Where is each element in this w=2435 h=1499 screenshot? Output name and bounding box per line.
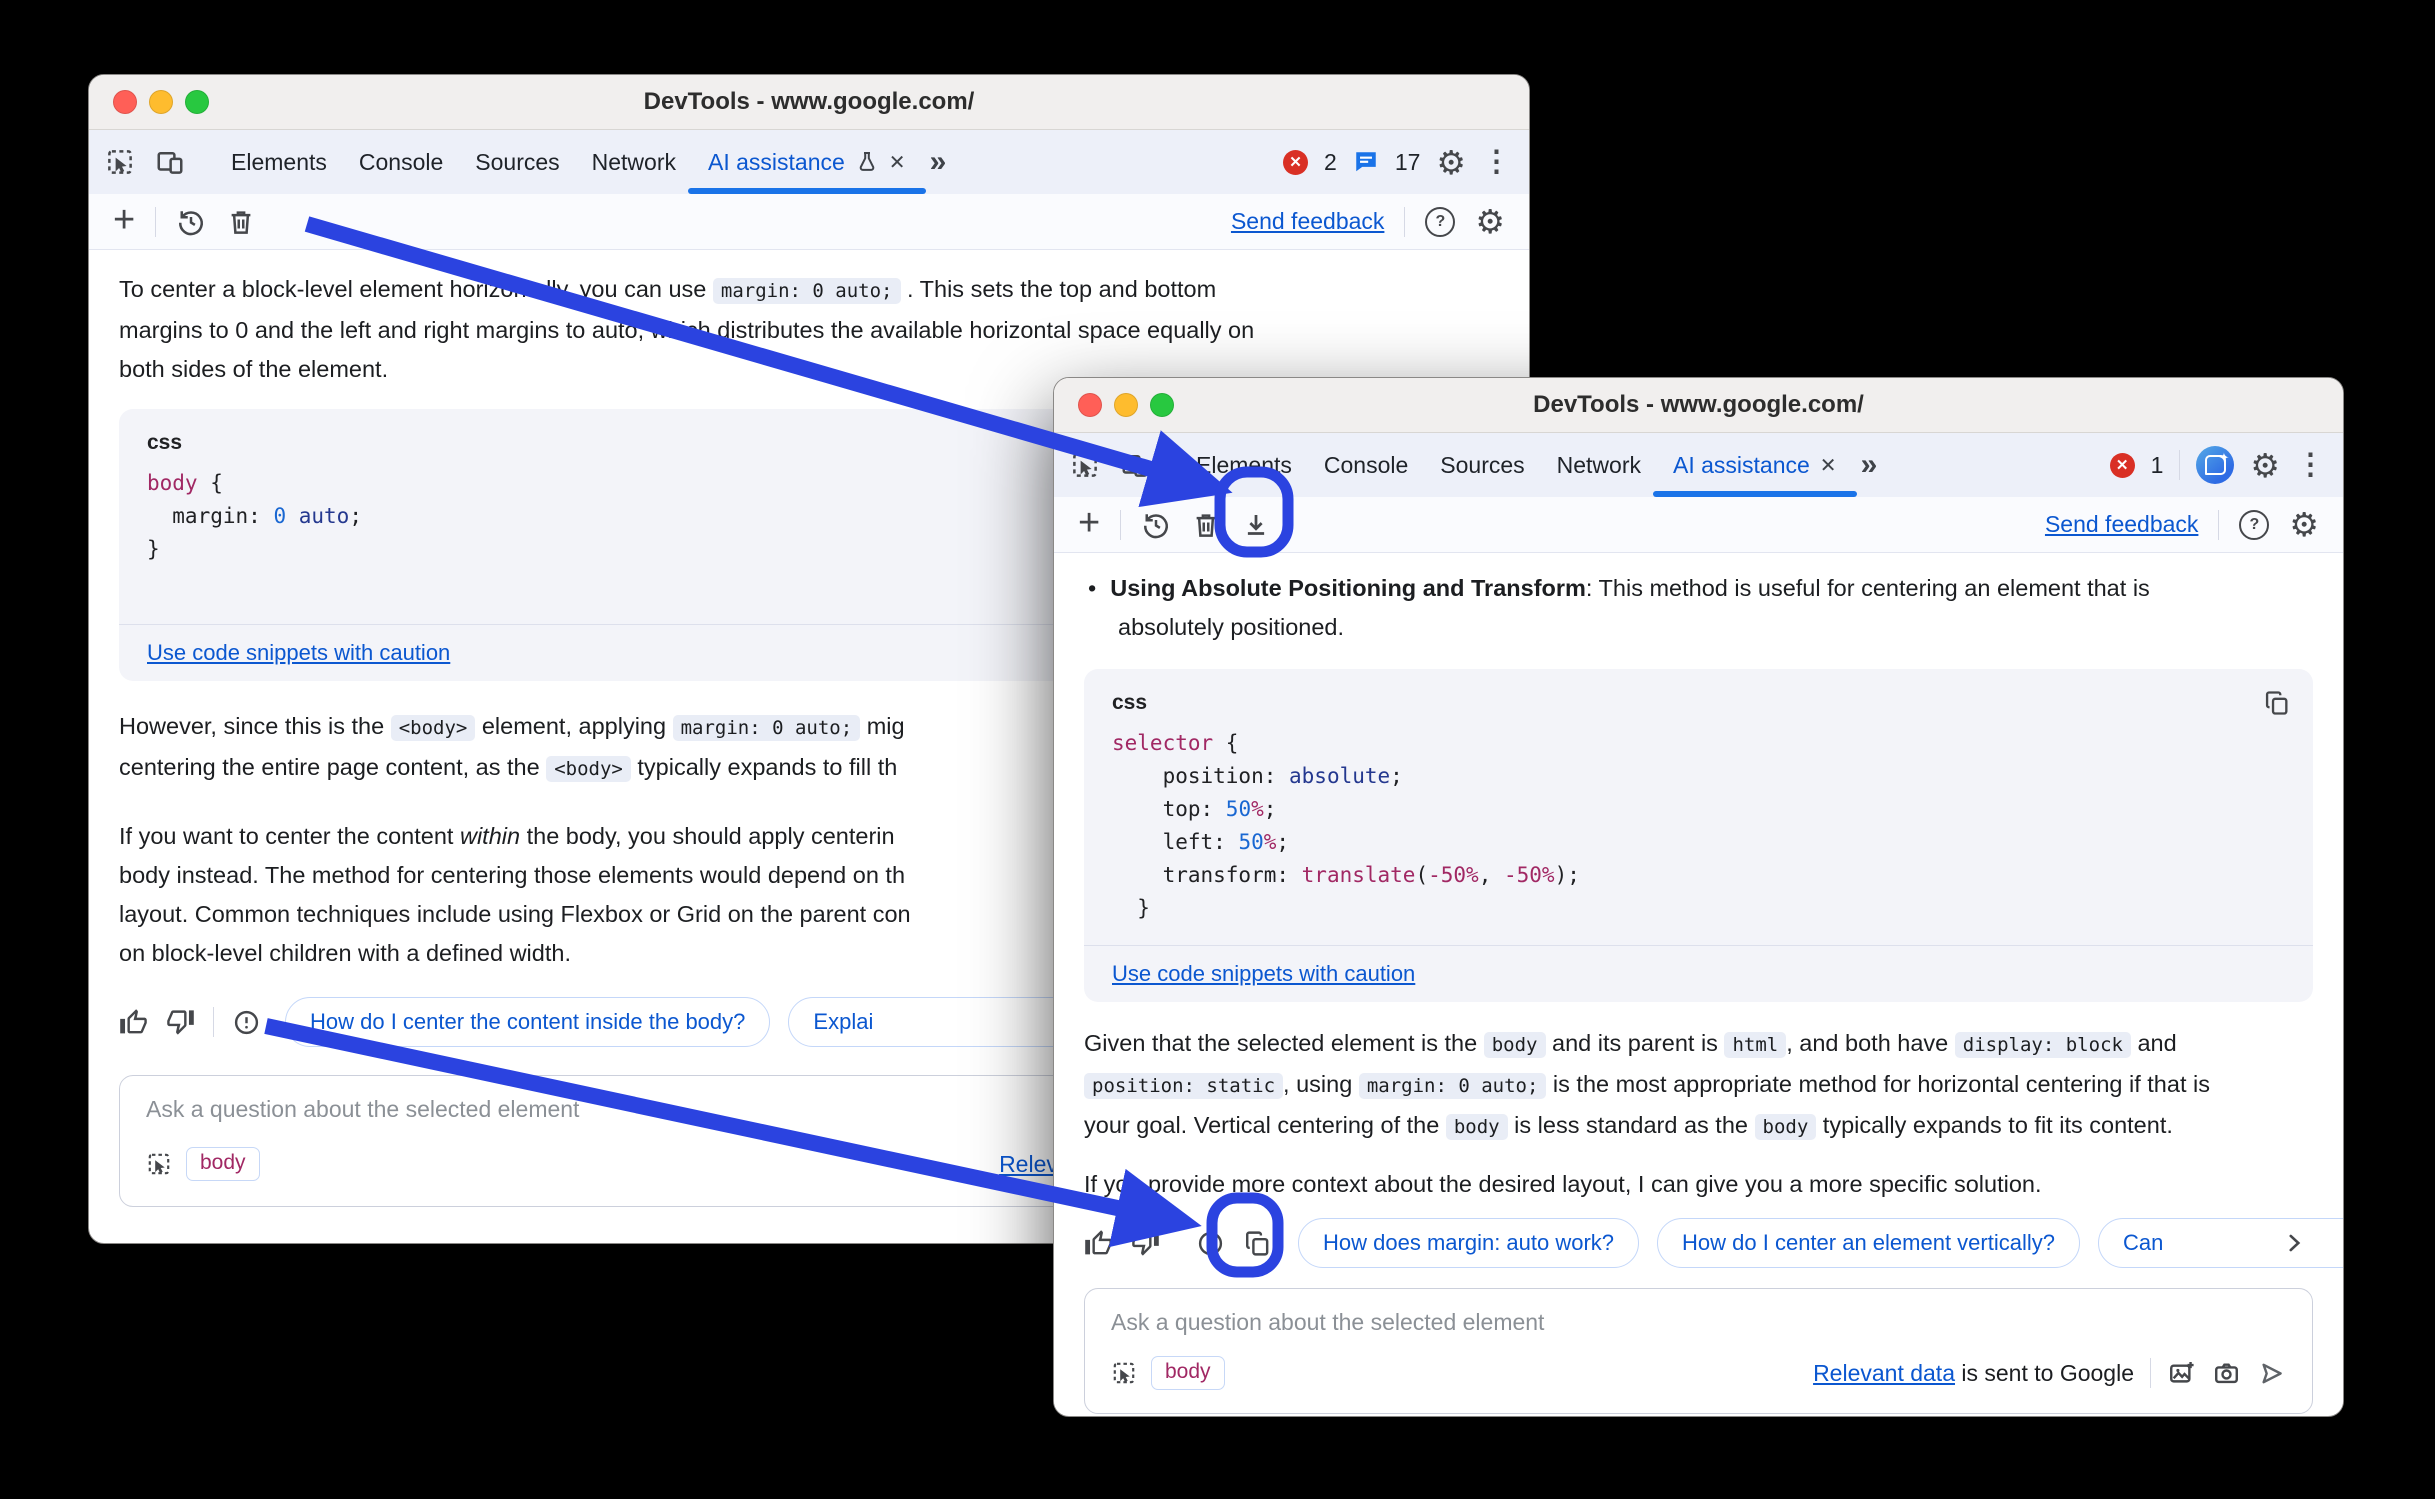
window-controls [1078, 393, 1174, 417]
more-tabs-icon[interactable]: » [1853, 433, 1884, 497]
suggestion-chip[interactable]: Can [2098, 1218, 2344, 1268]
flask-icon [855, 150, 879, 174]
device-toolbar-icon[interactable] [155, 147, 185, 177]
history-icon[interactable] [1141, 510, 1171, 540]
close-tab-icon[interactable]: ✕ [1820, 453, 1837, 478]
answer-bullet: •Using Absolute Positioning and Transfor… [1084, 569, 2313, 647]
tab-elements[interactable]: Elements [215, 130, 343, 194]
code-caution-link[interactable]: Use code snippets with caution [1112, 961, 1415, 986]
kebab-menu-icon[interactable]: ⋮ [1482, 148, 1511, 177]
help-icon[interactable]: ? [2239, 510, 2269, 540]
answer-paragraph: If you provide more context about the de… [1084, 1165, 2313, 1204]
inspect-context-icon [1111, 1360, 1137, 1386]
chat-input-placeholder[interactable]: Ask a question about the selected elemen… [1111, 1309, 2286, 1336]
minimize-window-button[interactable] [149, 90, 173, 114]
send-icon[interactable] [2257, 1359, 2286, 1388]
thumbs-down-icon[interactable] [166, 1008, 195, 1037]
devtools-tabbar: Elements Console Sources Network AI assi… [89, 130, 1529, 194]
panel-settings-gear-icon[interactable]: ⚙ [2289, 508, 2319, 541]
device-toolbar-icon[interactable] [1120, 450, 1150, 480]
tab-ai-assistance[interactable]: AI assistance ✕ [692, 130, 922, 194]
tab-sources[interactable]: Sources [1424, 433, 1540, 497]
inspect-element-icon[interactable] [105, 147, 135, 177]
ai-chat-content: •Using Absolute Positioning and Transfor… [1054, 553, 2343, 1414]
new-chat-icon[interactable]: + [1078, 504, 1100, 542]
close-tab-icon[interactable]: ✕ [889, 150, 906, 175]
report-icon[interactable] [1196, 1229, 1225, 1258]
devtools-window-front: DevTools - www.google.com/ Elements Cons… [1053, 377, 2344, 1417]
suggestion-chip[interactable]: How does margin: auto work? [1298, 1218, 1639, 1268]
inspect-context-icon [146, 1151, 172, 1177]
selected-element-chip[interactable]: body [186, 1147, 260, 1181]
suggestion-chip[interactable]: How do I center an element vertically? [1657, 1218, 2080, 1268]
tab-network[interactable]: Network [576, 130, 692, 194]
tab-ai-assistance[interactable]: AI assistance ✕ [1657, 433, 1853, 497]
window-title: DevTools - www.google.com/ [644, 88, 975, 116]
error-badge-icon[interactable]: ✕ [1283, 150, 1308, 175]
zoom-window-button[interactable] [185, 90, 209, 114]
desktop-canvas: { "arrow_color": "#2b43e0", "back": { "t… [0, 0, 2435, 1499]
more-tabs-icon[interactable]: » [922, 130, 953, 194]
panel-toolbar: + Send feedback ? ⚙ [89, 194, 1529, 250]
code-snippet: selector { position: absolute; top: 50%;… [1112, 727, 2285, 925]
tab-console[interactable]: Console [1308, 433, 1424, 497]
settings-gear-icon[interactable]: ⚙ [2250, 449, 2280, 482]
copy-code-icon[interactable] [2263, 689, 2291, 717]
thumbs-down-icon[interactable] [1131, 1229, 1160, 1258]
chat-input-box[interactable]: Ask a question about the selected elemen… [1084, 1288, 2313, 1414]
selected-element-chip[interactable]: body [1151, 1356, 1225, 1390]
scroll-chips-right-icon[interactable] [2281, 1230, 2307, 1256]
bullet-dot: • [1084, 575, 1110, 601]
relevant-data-link[interactable]: Relevant data [1813, 1360, 1955, 1386]
error-count: 2 [1324, 149, 1337, 176]
kebab-menu-icon[interactable]: ⋮ [2296, 451, 2325, 480]
titlebar[interactable]: DevTools - www.google.com/ [1054, 378, 2343, 433]
close-window-button[interactable] [1078, 393, 1102, 417]
new-chat-icon[interactable]: + [113, 201, 135, 239]
thumbs-up-icon[interactable] [119, 1008, 148, 1037]
tab-network[interactable]: Network [1541, 433, 1657, 497]
tab-console[interactable]: Console [343, 130, 459, 194]
panel-settings-gear-icon[interactable]: ⚙ [1475, 205, 1505, 238]
window-title: DevTools - www.google.com/ [1533, 391, 1864, 419]
help-icon[interactable]: ? [1425, 207, 1455, 237]
suggestion-chip[interactable]: Explai [788, 997, 1094, 1047]
answer-paragraph: Given that the selected element is the b… [1084, 1024, 2313, 1147]
gemini-companion-icon[interactable]: ✦ [2196, 446, 2234, 484]
window-controls [113, 90, 209, 114]
feedback-row: How does margin: auto work? How do I cen… [1084, 1218, 2313, 1268]
send-feedback-link[interactable]: Send feedback [1231, 208, 1384, 235]
error-badge-icon[interactable]: ✕ [2110, 453, 2135, 478]
copy-answer-icon[interactable] [1243, 1229, 1272, 1258]
tab-elements[interactable]: Elements [1180, 433, 1308, 497]
report-icon[interactable] [232, 1008, 261, 1037]
tab-sources[interactable]: Sources [459, 130, 575, 194]
code-caution-link[interactable]: Use code snippets with caution [147, 640, 450, 665]
issues-bubble-icon[interactable] [1353, 149, 1379, 175]
close-window-button[interactable] [113, 90, 137, 114]
delete-chat-icon[interactable] [1191, 510, 1221, 540]
titlebar[interactable]: DevTools - www.google.com/ [89, 75, 1529, 130]
history-icon[interactable] [176, 207, 206, 237]
code-language-label: css [1112, 691, 2285, 715]
settings-gear-icon[interactable]: ⚙ [1436, 146, 1466, 179]
thumbs-up-icon[interactable] [1084, 1229, 1113, 1258]
delete-chat-icon[interactable] [226, 207, 256, 237]
answer-paragraph: To center a block-level element horizont… [119, 270, 1499, 389]
devtools-tabbar: Elements Console Sources Network AI assi… [1054, 433, 2343, 497]
panel-toolbar: + Send feedback ? ⚙ [1054, 497, 2343, 553]
issues-count: 17 [1395, 149, 1421, 176]
screenshot-camera-icon[interactable] [2212, 1359, 2241, 1388]
download-chat-icon[interactable] [1241, 510, 1271, 540]
inspect-element-icon[interactable] [1070, 450, 1100, 480]
suggestion-chip[interactable]: How do I center the content inside the b… [285, 997, 770, 1047]
send-feedback-link[interactable]: Send feedback [2045, 511, 2198, 538]
minimize-window-button[interactable] [1114, 393, 1138, 417]
error-count: 1 [2151, 452, 2164, 479]
code-block-card: css selector { position: absolute; top: … [1084, 669, 2313, 1002]
zoom-window-button[interactable] [1150, 393, 1174, 417]
add-image-icon[interactable] [2167, 1359, 2196, 1388]
